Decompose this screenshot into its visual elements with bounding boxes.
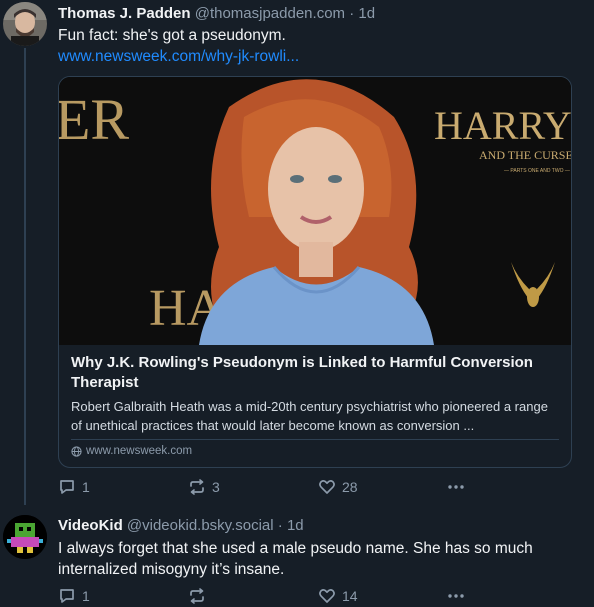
author-handle[interactable]: @thomasjpadden.com [195,5,345,22]
author-name[interactable]: Thomas J. Padden [58,5,191,22]
post-header: Thomas J. Padden @thomasjpadden.com · 1d [58,5,375,22]
link-preview-card[interactable]: ER HA HARRY POT AND THE CURSED CHI — PAR… [58,76,572,468]
like-icon [319,589,335,603]
post-link[interactable]: www.newsweek.com/why-jk-rowli... [58,46,578,67]
post-text: I always forget that she used a male pse… [58,540,533,578]
article-thumbnail: ER HA HARRY POT AND THE CURSED CHI — PAR… [59,77,571,346]
post-text: Fun fact: she's got a pseudonym. www.new… [58,25,578,67]
like-count: 28 [342,479,358,495]
card-divider [71,439,559,440]
repost-icon [190,479,204,495]
post-text-body: Fun fact: she's got a pseudonym. [58,27,286,44]
repost-button[interactable] [188,587,212,605]
post-actions: 1 14 [58,587,578,607]
more-icon [448,485,464,489]
reply-button[interactable]: 1 [58,587,90,605]
like-button[interactable]: 28 [318,478,358,496]
more-options-button[interactable] [446,478,466,496]
more-icon [448,594,464,598]
repost-count: 3 [212,479,220,495]
post-time[interactable]: 1d [358,5,375,22]
post[interactable]: VideoKid @videokid.bsky.social · 1d I al… [0,505,594,605]
like-icon [319,480,335,494]
reply-icon [60,589,74,603]
like-count: 14 [342,588,358,604]
reply-count: 1 [82,479,90,495]
poster-text-right-subtitle: AND THE CURSED CHI [479,148,571,162]
repost-button[interactable]: 3 [188,478,220,496]
post-time[interactable]: 1d [287,517,304,534]
author-handle[interactable]: @videokid.bsky.social [127,517,274,534]
repost-icon [190,588,204,604]
author-name[interactable]: VideoKid [58,517,123,534]
poster-text-left-top: ER [59,87,129,152]
poster-text-right-small: — PARTS ONE AND TWO — [504,168,570,174]
domain-text: www.newsweek.com [86,445,193,457]
like-button[interactable]: 14 [318,587,358,605]
post-actions: 1 3 28 [58,478,578,498]
reply-button[interactable]: 1 [58,478,90,496]
avatar[interactable] [3,515,47,559]
reply-count: 1 [82,588,90,604]
post-header: VideoKid @videokid.bsky.social · 1d [58,517,304,534]
link-preview-description: Robert Galbraith Heath was a mid-20th ce… [71,399,548,433]
poster-text-right-title: HARRY POT [434,103,571,148]
avatar[interactable] [3,2,47,46]
reply-icon [60,480,74,494]
post[interactable]: Thomas J. Padden @thomasjpadden.com · 1d… [0,0,594,505]
separator: · [349,5,355,22]
separator: · [277,517,283,534]
globe-icon [71,445,82,457]
link-preview-domain: www.newsweek.com [71,445,192,457]
more-options-button[interactable] [446,587,466,605]
link-preview-title[interactable]: Why J.K. Rowling's Pseudonym is Linked t… [71,353,556,393]
